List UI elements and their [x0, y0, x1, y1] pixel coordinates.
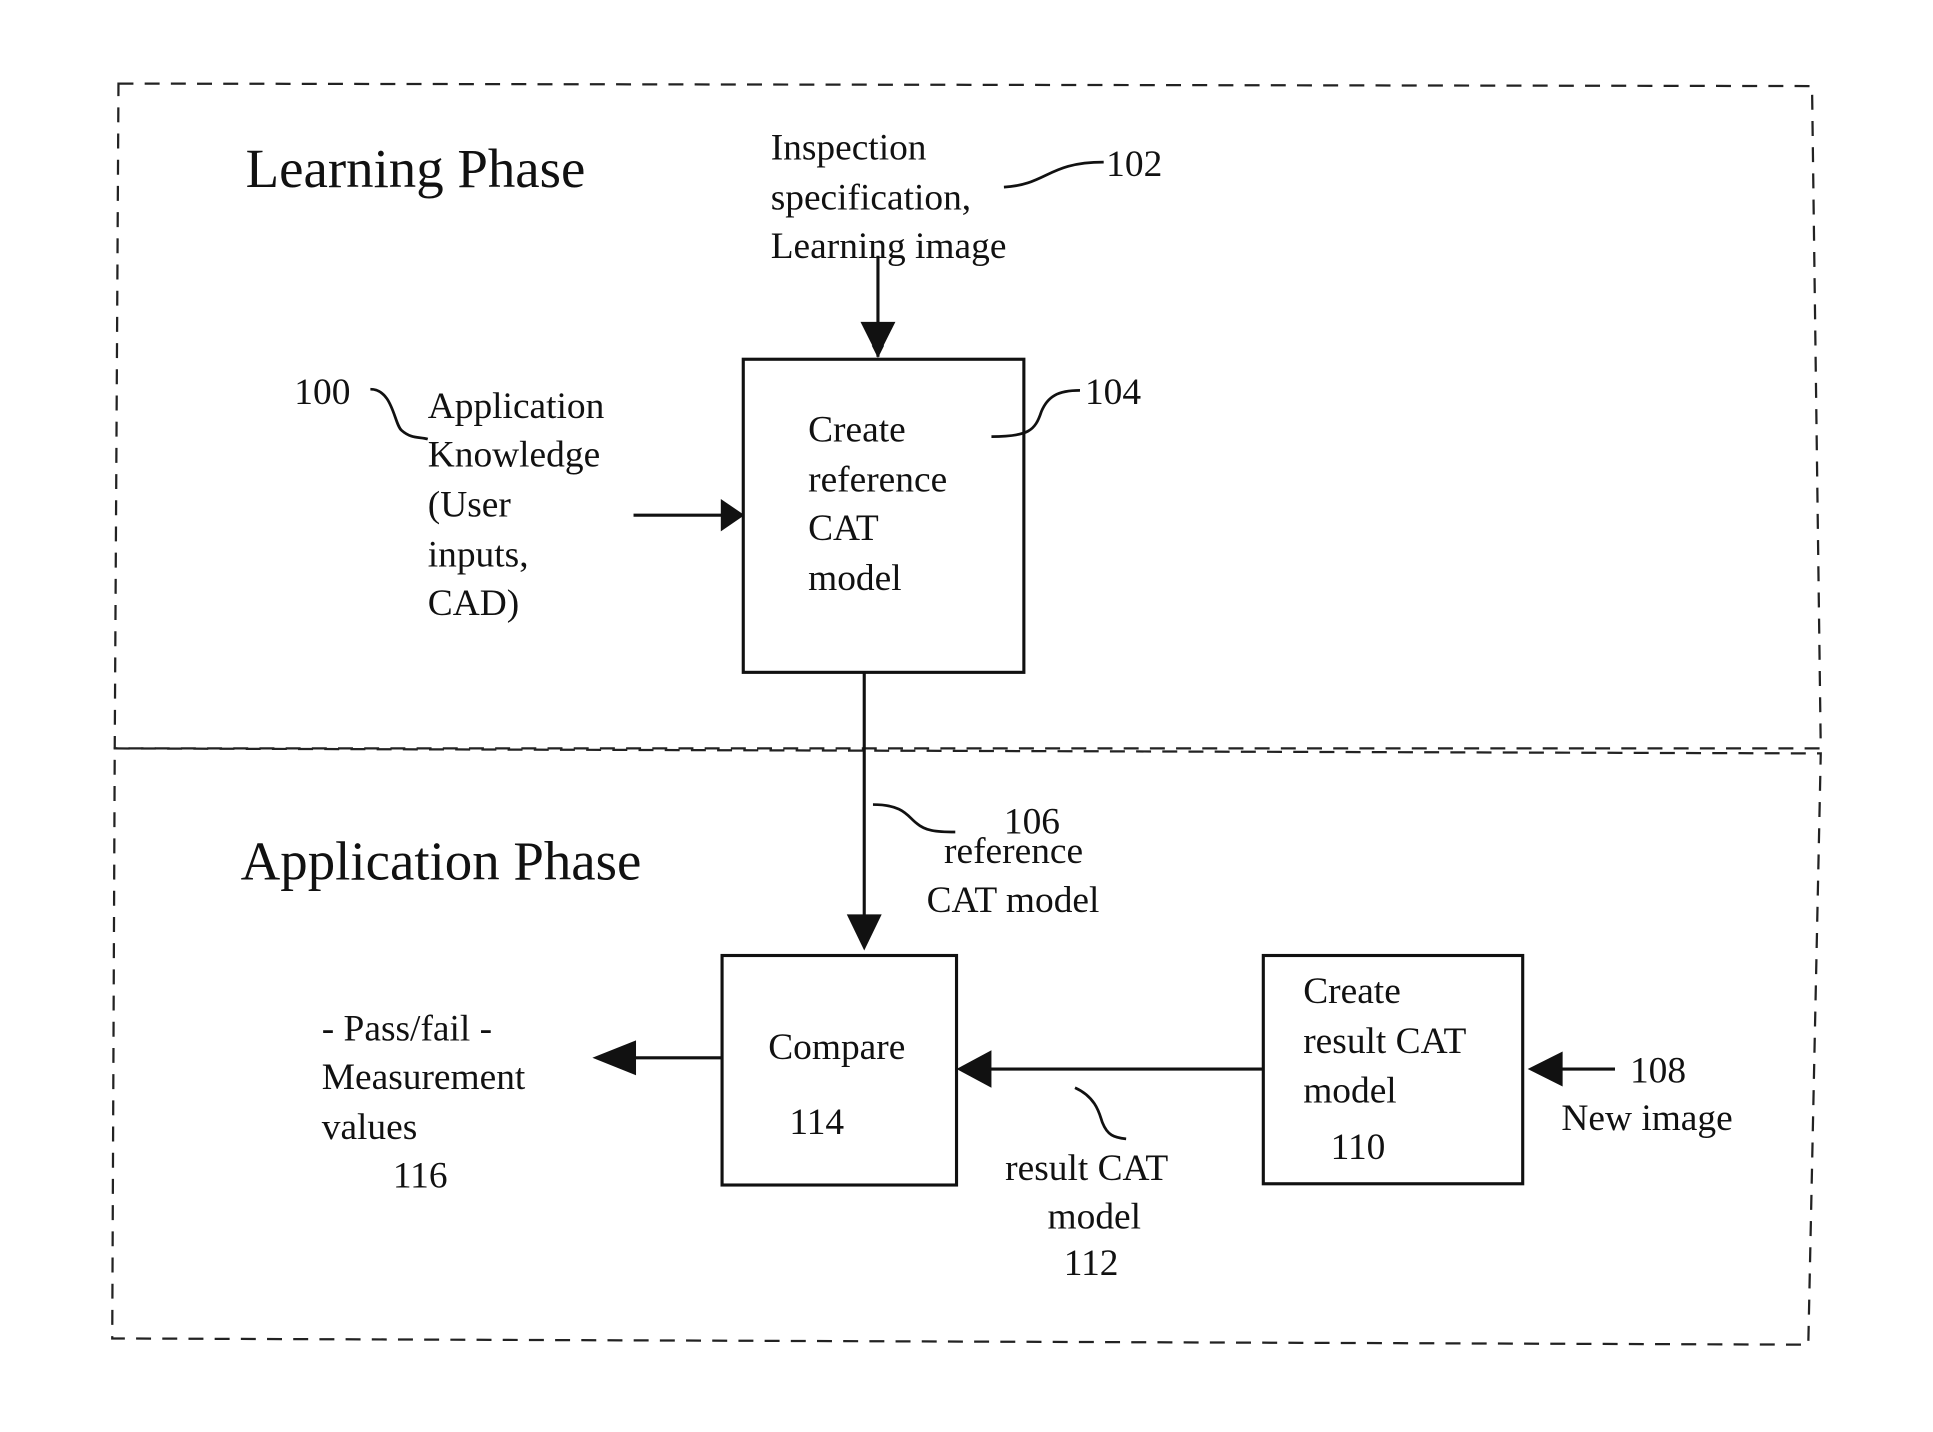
pass-fail-output: - Pass/fail - Measurement values — [322, 1008, 526, 1148]
ref-label-112: 112 — [1064, 1243, 1119, 1284]
svg-text:Create: Create — [1303, 971, 1401, 1012]
svg-text:values: values — [322, 1107, 418, 1148]
arrowhead-106 — [846, 914, 882, 951]
reference-cat-model-label: reference CAT model — [927, 831, 1100, 921]
svg-text:model: model — [1303, 1071, 1396, 1112]
ref-label-100: 100 — [294, 372, 350, 413]
leader-line-100 — [370, 387, 429, 441]
new-image-label: New image — [1561, 1098, 1732, 1139]
svg-text:- Pass/fail -: - Pass/fail - — [322, 1008, 492, 1049]
svg-text:Learning image: Learning image — [771, 226, 1007, 267]
ref-label-110: 110 — [1331, 1127, 1386, 1168]
ref-label-108: 108 — [1630, 1051, 1686, 1092]
svg-text:model: model — [808, 558, 901, 599]
ref-label-104: 104 — [1085, 372, 1141, 413]
compare-box — [720, 953, 959, 1187]
svg-text:result CAT: result CAT — [1303, 1021, 1466, 1062]
arrowhead-100 — [720, 498, 745, 532]
svg-text:specification,: specification, — [771, 178, 971, 219]
application-knowledge-input: Application Knowledge (User inputs, CAD) — [428, 386, 605, 624]
svg-text:CAD): CAD) — [428, 583, 519, 624]
svg-text:inputs,: inputs, — [428, 534, 529, 575]
create-reference-cat-model-box — [741, 357, 1026, 674]
inspection-spec-input: Inspection specification, Learning image — [771, 128, 1007, 268]
svg-text:Knowledge: Knowledge — [428, 435, 600, 476]
cat-model-flow-diagram: Learning Phase Application Phase Inspect… — [111, 82, 1822, 1346]
result-cat-model-label: result CAT model — [1005, 1148, 1168, 1238]
svg-text:reference: reference — [944, 831, 1083, 872]
svg-text:CAT: CAT — [808, 508, 879, 549]
learning-phase-title: Learning Phase — [246, 138, 586, 199]
compare-label: Compare — [768, 1027, 905, 1068]
arrowhead-116 — [592, 1040, 637, 1076]
application-phase-title: Application Phase — [241, 830, 642, 891]
svg-text:(User: (User — [428, 484, 512, 525]
leader-line-112 — [1074, 1086, 1127, 1141]
leader-line-102 — [1003, 160, 1104, 189]
svg-text:CAT model: CAT model — [927, 880, 1100, 921]
svg-text:reference: reference — [808, 459, 947, 500]
ref-label-116: 116 — [393, 1156, 448, 1197]
svg-text:Create: Create — [808, 410, 906, 451]
ref-label-102: 102 — [1106, 144, 1162, 185]
arrowhead-102 — [860, 321, 896, 357]
svg-text:Measurement: Measurement — [322, 1057, 526, 1098]
svg-text:Application: Application — [428, 386, 605, 427]
arrowhead-108 — [1527, 1051, 1563, 1087]
leader-line-106 — [872, 803, 956, 834]
arrowhead-112 — [956, 1050, 992, 1088]
svg-text:result CAT: result CAT — [1005, 1148, 1168, 1189]
ref-label-114: 114 — [789, 1102, 844, 1143]
svg-text:model: model — [1048, 1197, 1141, 1238]
svg-text:Inspection: Inspection — [771, 128, 927, 169]
